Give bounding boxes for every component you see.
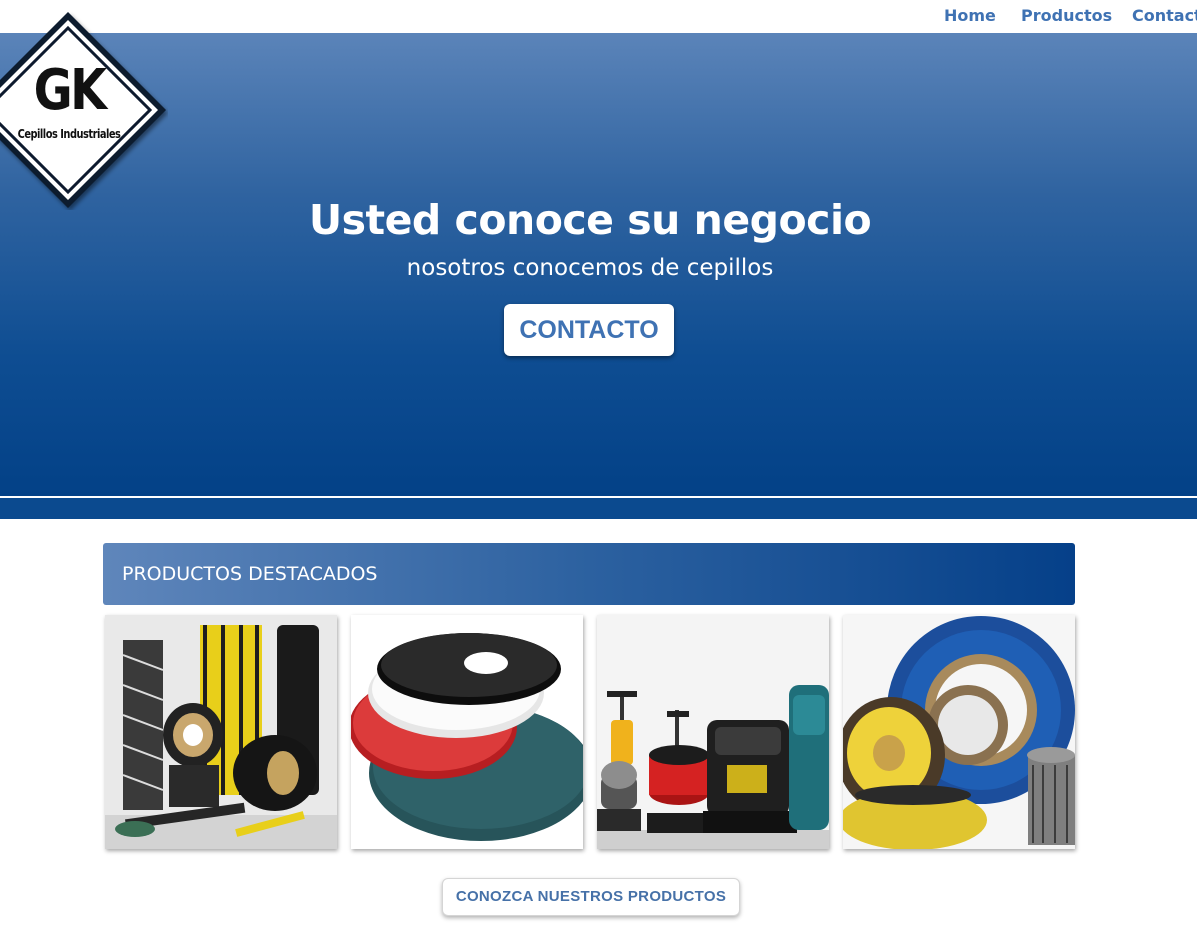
page: Usted conoce su negocio nosotros conocem… [0, 0, 1197, 937]
floor-pads-photo [351, 615, 583, 849]
product-card-wire-brushes[interactable] [843, 615, 1075, 849]
nav-home-link[interactable]: Home [944, 6, 996, 25]
hero-subtitle: nosotros conocemos de cepillos [406, 255, 774, 281]
logo-initials: GK [33, 58, 107, 123]
hero-title: Usted conoce su negocio [308, 196, 872, 244]
logo-tagline: Cepillos Industriales [17, 127, 121, 141]
circular-wire-brushes-photo [843, 615, 1075, 849]
featured-products-header: PRODUCTOS DESTACADOS [103, 543, 1075, 605]
industrial-brush-assortment-photo [105, 615, 337, 849]
view-products-button[interactable]: CONOZCA NUESTROS PRODUCTOS [442, 878, 740, 916]
hero-banner: Usted conoce su negocio nosotros conocem… [0, 33, 1197, 496]
top-navigation: Home Productos Contacto [0, 0, 1197, 33]
nav-productos-link[interactable]: Productos [1021, 6, 1112, 25]
product-card-pads[interactable] [351, 615, 583, 849]
product-card-brushes[interactable] [105, 615, 337, 849]
hero-bottom-band [0, 498, 1197, 519]
nav-contacto-link[interactable]: Contacto [1132, 6, 1197, 25]
floor-cleaning-machines-photo [597, 615, 829, 849]
gk-logo[interactable]: GK Cepillos Industriales [0, 10, 168, 210]
contact-button[interactable]: CONTACTO [504, 304, 674, 356]
product-card-machines[interactable] [597, 615, 829, 849]
featured-products-title: PRODUCTOS DESTACADOS [122, 563, 378, 585]
